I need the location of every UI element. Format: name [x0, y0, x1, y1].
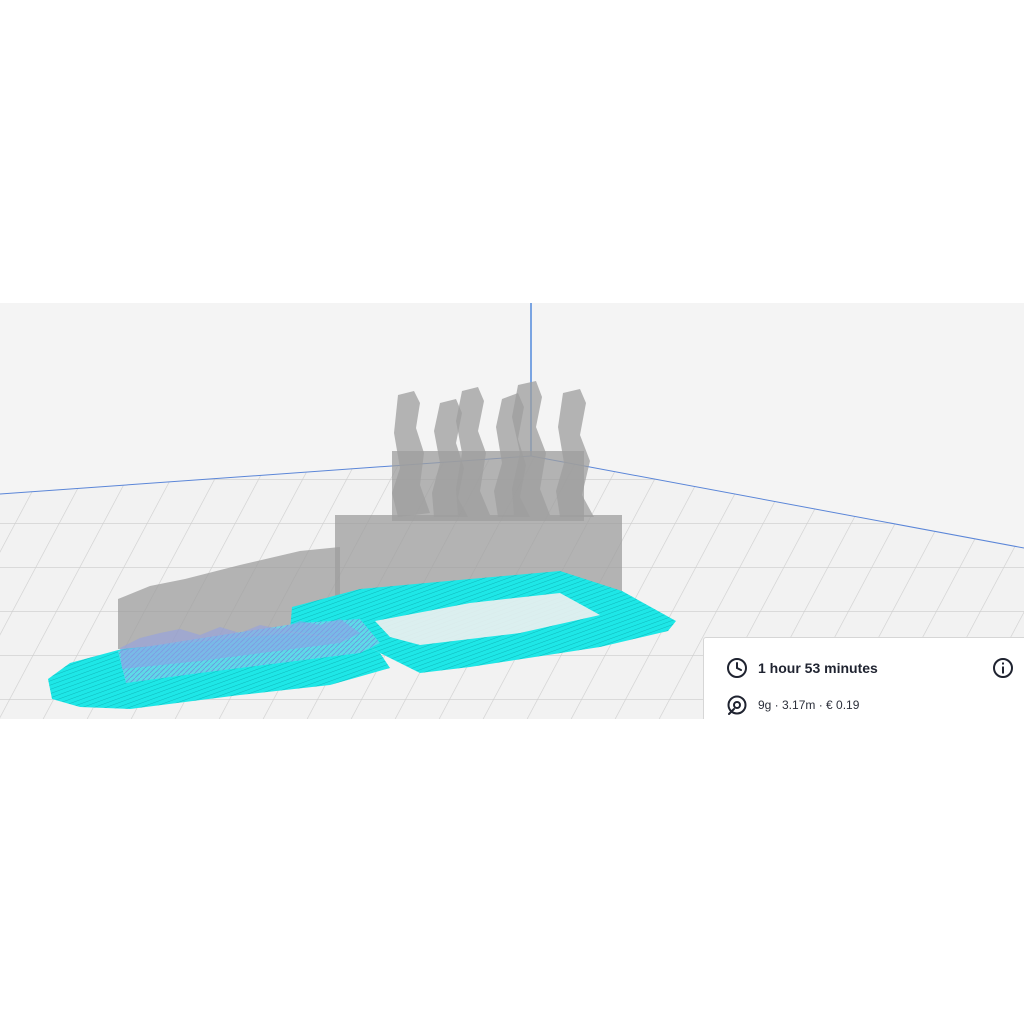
print-time-label: 1 hour 53 minutes: [758, 660, 878, 676]
print-info-panel: 1 hour 53 minutes 9g · 3.17m · € 0.19: [703, 637, 1024, 719]
print-time-row: 1 hour 53 minutes: [726, 657, 878, 679]
clock-icon: [726, 657, 748, 679]
material-row: 9g · 3.17m · € 0.19: [726, 694, 859, 716]
material-usage-label: 9g · 3.17m · € 0.19: [758, 698, 860, 712]
spool-icon: [726, 694, 748, 716]
info-icon: [992, 657, 1014, 679]
print-details-button[interactable]: [992, 657, 1014, 679]
